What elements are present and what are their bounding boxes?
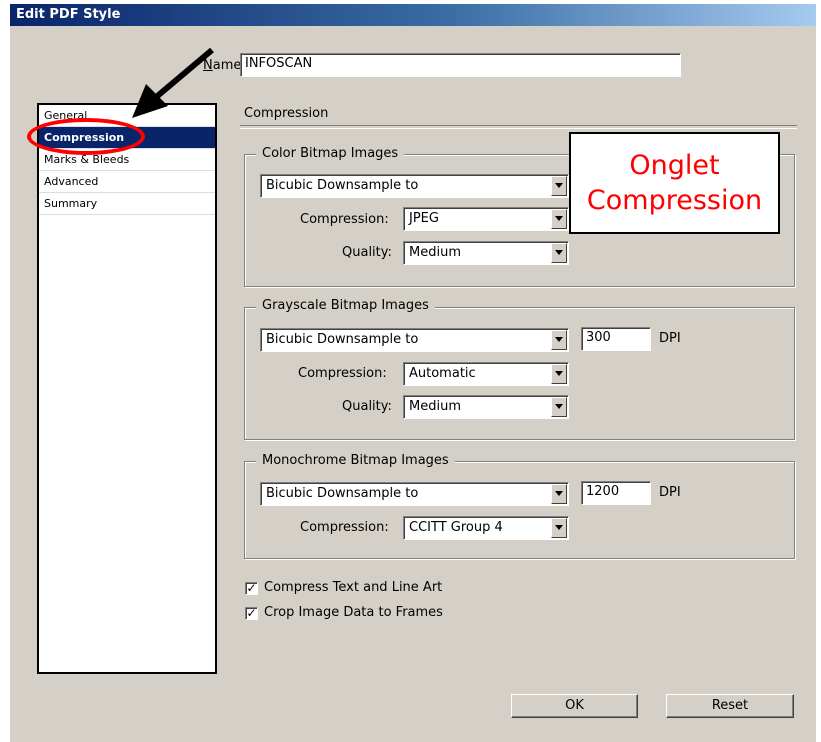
color-compression-label: Compression: [300,212,389,227]
chevron-down-icon[interactable] [551,243,567,263]
color-images-legend: Color Bitmap Images [256,146,405,161]
window-title: Edit PDF Style [16,7,121,22]
category-list[interactable]: General Compression Marks & Bleeds Advan… [37,103,217,674]
compress-text-label[interactable]: Compress Text and Line Art [264,580,442,595]
grayscale-dpi-label: DPI [659,331,681,346]
section-title: Compression [244,106,329,121]
grayscale-compression-label: Compression: [298,366,387,381]
grayscale-dpi-input[interactable]: 300 [581,327,651,351]
crop-image-label[interactable]: Crop Image Data to Frames [264,605,443,620]
chevron-down-icon[interactable] [551,330,567,350]
mono-dpi-input[interactable]: 1200 [581,481,651,505]
chevron-down-icon[interactable] [551,364,567,384]
color-quality-select[interactable]: Medium [403,241,569,265]
mono-images-legend: Monochrome Bitmap Images [256,453,455,468]
chevron-down-icon[interactable] [551,518,567,538]
grayscale-downsample-select[interactable]: Bicubic Downsample to [260,328,569,352]
chevron-down-icon[interactable] [551,176,567,196]
name-input[interactable]: INFOSCAN [240,53,681,77]
color-quality-label: Quality: [342,245,392,260]
sidebar-item-summary[interactable]: Summary [39,193,215,215]
annotation-callout: Onglet Compression [569,132,780,234]
chevron-down-icon[interactable] [551,209,567,229]
mono-dpi-label: DPI [659,485,681,500]
grayscale-quality-label: Quality: [342,399,392,414]
chevron-down-icon[interactable] [551,484,567,504]
sidebar-item-advanced[interactable]: Advanced [39,171,215,193]
grayscale-compression-select[interactable]: Automatic [403,362,569,386]
reset-button[interactable]: Reset [666,694,794,718]
title-bar[interactable] [10,4,816,26]
annotation-line1: Onglet [629,150,720,181]
grayscale-images-legend: Grayscale Bitmap Images [256,298,435,313]
mono-compression-label: Compression: [300,520,389,535]
color-downsample-select[interactable]: Bicubic Downsample to [260,174,569,198]
annotation-line2: Compression [586,185,763,216]
ok-button[interactable]: OK [511,694,638,718]
mono-compression-select[interactable]: CCITT Group 4 [403,516,569,540]
section-divider [240,125,797,129]
annotation-arrow-icon [132,47,214,118]
grayscale-quality-select[interactable]: Medium [403,395,569,419]
mono-images-group [244,461,795,559]
color-compression-select[interactable]: JPEG [403,207,569,231]
crop-image-checkbox[interactable]: ✓ [245,607,258,620]
compress-text-checkbox[interactable]: ✓ [245,582,258,595]
mono-downsample-select[interactable]: Bicubic Downsample to [260,482,569,506]
chevron-down-icon[interactable] [551,397,567,417]
